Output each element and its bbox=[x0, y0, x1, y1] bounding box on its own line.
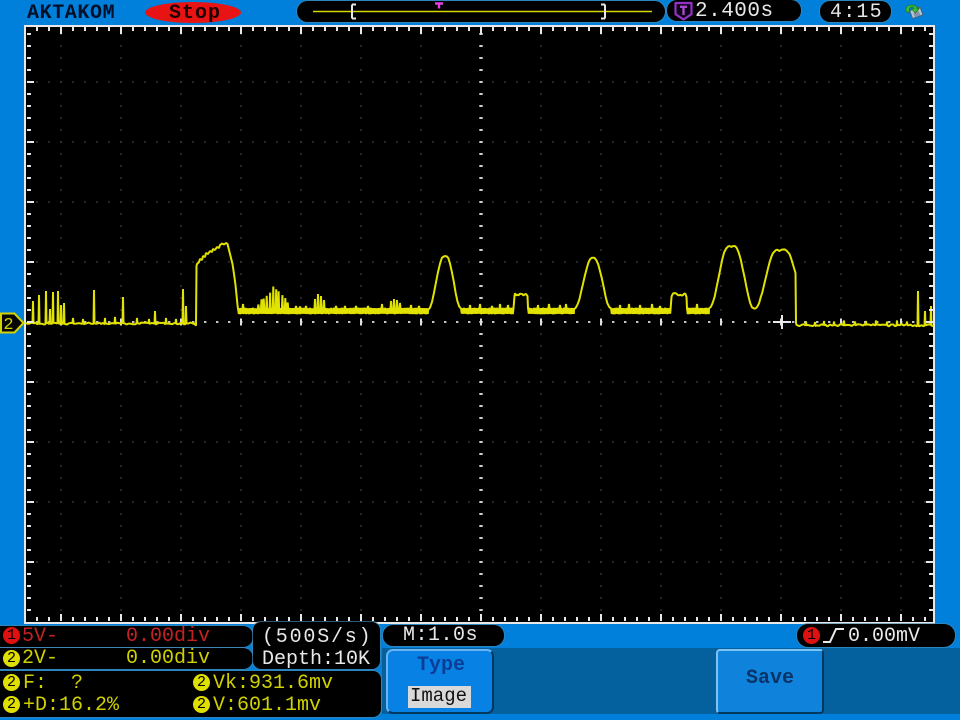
svg-text:2: 2 bbox=[3, 316, 13, 335]
